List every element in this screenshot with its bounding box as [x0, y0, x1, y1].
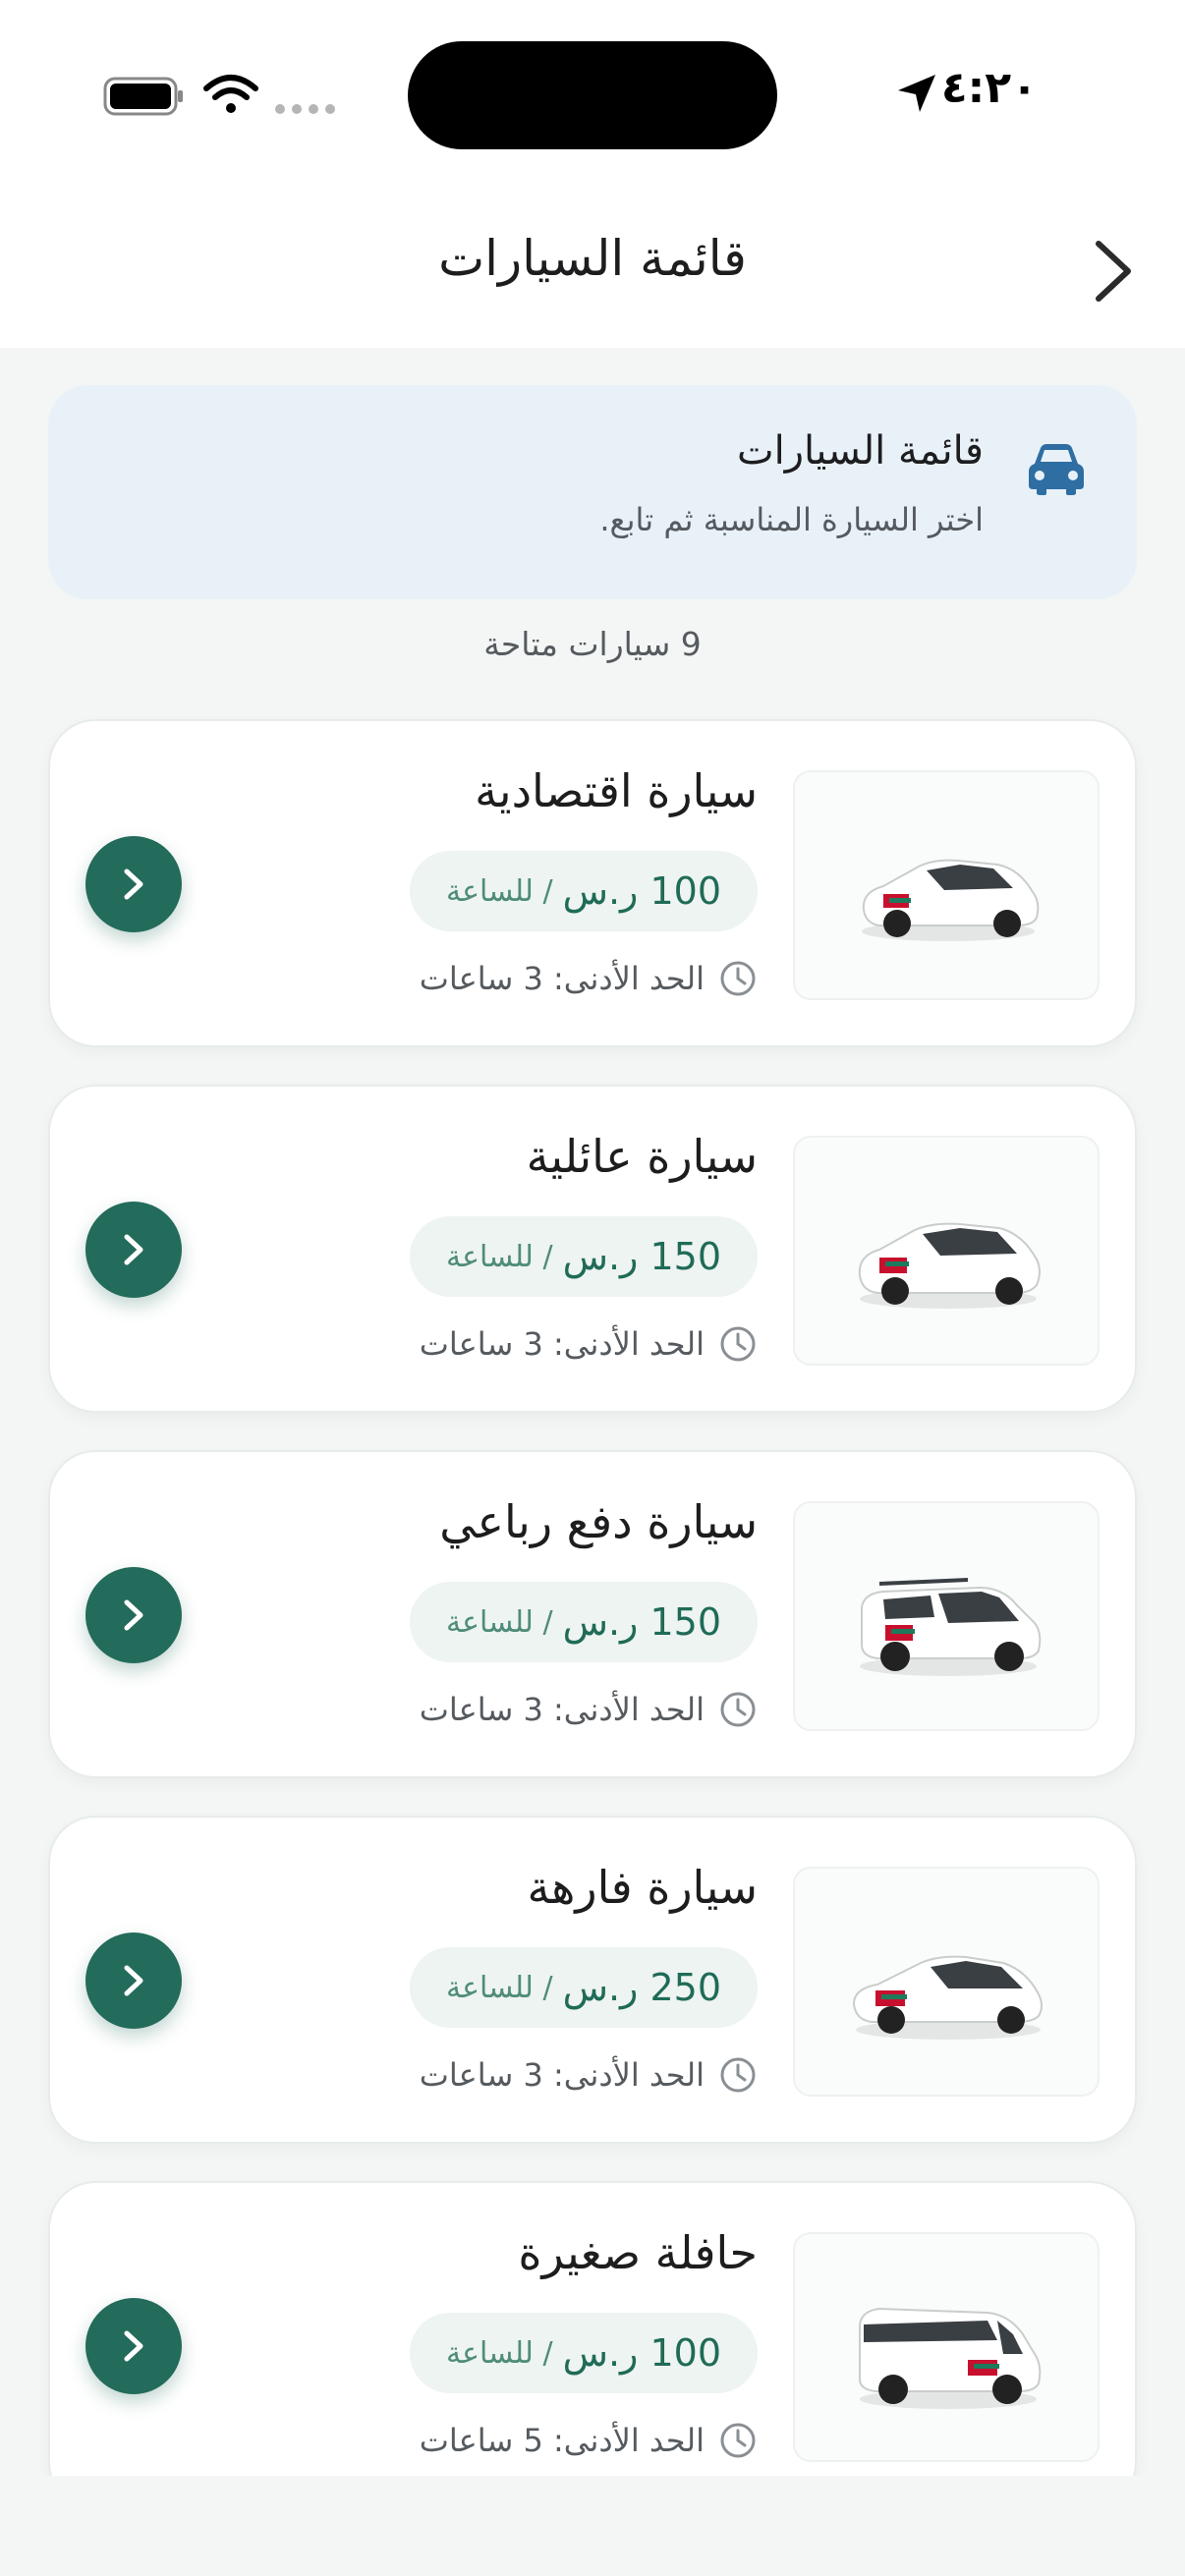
battery-icon: [103, 77, 183, 116]
chevron-right-icon: [124, 1965, 143, 1996]
minimum-hours: الحد الأدنى: 3 ساعات: [420, 1688, 758, 1731]
page-title: قائمة السيارات: [438, 230, 747, 287]
car-title: حافلة صغيرة: [518, 2226, 758, 2279]
price-value: 250 ر.س: [562, 1966, 722, 2009]
minimum-hours: الحد الأدنى: 3 ساعات: [420, 1322, 758, 1366]
select-car-button[interactable]: [85, 836, 182, 932]
dynamic-island: [408, 41, 777, 149]
available-count: 9 سيارات متاحة: [483, 625, 702, 663]
car-image: [793, 1501, 1100, 1731]
chevron-right-icon[interactable]: [1089, 236, 1140, 307]
signal-icon: [275, 104, 335, 114]
car-photo-icon: [859, 2307, 1042, 2409]
car-title: سيارة فارهة: [527, 1861, 758, 1914]
price-unit: / للساعة: [445, 1604, 553, 1640]
car-card[interactable]: حافلة صغيرة 100 ر.س / للساعة الحد الأدنى…: [48, 2181, 1137, 2509]
car-photo-icon: [852, 1955, 1043, 2040]
minimum-hours: الحد الأدنى: 3 ساعات: [420, 2053, 758, 2097]
minimum-hours-text: الحد الأدنى: 3 ساعات: [419, 960, 705, 997]
select-car-button[interactable]: [85, 1932, 182, 2029]
car-title: سيارة عائلية: [526, 1130, 758, 1183]
car-photo-icon: [858, 1222, 1041, 1309]
car-card[interactable]: سيارة دفع رباعي 150 ر.س / للساعة الحد ال…: [48, 1450, 1137, 1778]
price-value: 100 ر.س: [562, 2331, 722, 2375]
bottom-area: [0, 2476, 1185, 2576]
price-value: 100 ر.س: [562, 869, 722, 913]
minimum-hours: الحد الأدنى: 5 ساعات: [420, 2419, 758, 2462]
price-unit: / للساعة: [445, 2335, 553, 2371]
car-title: سيارة اقتصادية: [475, 764, 758, 817]
minimum-hours-text: الحد الأدنى: 3 ساعات: [419, 1691, 705, 1728]
car-card[interactable]: سيارة عائلية 150 ر.س / للساعة الحد الأدن…: [48, 1085, 1137, 1413]
car-image: [793, 770, 1100, 1000]
minimum-hours-text: الحد الأدنى: 5 ساعات: [419, 2422, 705, 2459]
chevron-right-icon: [124, 1234, 143, 1265]
select-car-button[interactable]: [85, 1567, 182, 1663]
minimum-hours: الحد الأدنى: 3 ساعات: [420, 957, 758, 1000]
minimum-hours-text: الحد الأدنى: 3 ساعات: [419, 2056, 705, 2094]
select-car-button[interactable]: [85, 1202, 182, 1298]
price-pill: 250 ر.س / للساعة: [410, 1947, 758, 2028]
price-unit: / للساعة: [445, 1239, 553, 1274]
car-image: [793, 2232, 1100, 2462]
car-title: سيارة دفع رباعي: [439, 1495, 758, 1548]
price-pill: 150 ر.س / للساعة: [410, 1216, 758, 1297]
price-pill: 100 ر.س / للساعة: [410, 2313, 758, 2393]
chevron-right-icon: [124, 1599, 143, 1631]
car-image: [793, 1136, 1100, 1366]
car-card[interactable]: سيارة اقتصادية 100 ر.س / للساعة الحد الأ…: [48, 719, 1137, 1047]
location-arrow-icon: [898, 75, 935, 112]
banner-title: قائمة السيارات: [736, 428, 984, 474]
price-pill: 100 ر.س / للساعة: [410, 851, 758, 931]
clock-icon: [720, 2057, 756, 2093]
price-value: 150 ر.س: [562, 1235, 722, 1278]
minimum-hours-text: الحد الأدنى: 3 ساعات: [419, 1325, 705, 1363]
select-car-button[interactable]: [85, 2298, 182, 2394]
clock-icon: [720, 1326, 756, 1362]
info-banner: قائمة السيارات اختر السيارة المناسبة ثم …: [48, 385, 1137, 599]
car-photo-icon: [860, 1578, 1042, 1676]
clock-icon: [720, 961, 756, 996]
wifi-icon: [203, 75, 258, 113]
car-photo-icon: [862, 859, 1040, 941]
price-pill: 150 ر.س / للساعة: [410, 1582, 758, 1662]
price-unit: / للساعة: [445, 873, 553, 909]
price-value: 150 ر.س: [562, 1600, 722, 1644]
car-card[interactable]: سيارة فارهة 250 ر.س / للساعة الحد الأدنى…: [48, 1816, 1137, 2144]
header: قائمة السيارات: [0, 187, 1185, 348]
clock-icon: [720, 2423, 756, 2458]
banner-subtitle: اختر السيارة المناسبة ثم تابع.: [599, 501, 984, 538]
status-bar: ٤:٢٠: [0, 0, 1185, 187]
chevron-right-icon: [124, 2330, 143, 2362]
status-time: ٤:٢٠: [940, 63, 1038, 113]
price-unit: / للساعة: [445, 1970, 553, 2005]
car-icon: [1029, 444, 1084, 495]
car-image: [793, 1867, 1100, 2097]
clock-icon: [720, 1692, 756, 1727]
chevron-right-icon: [124, 868, 143, 900]
